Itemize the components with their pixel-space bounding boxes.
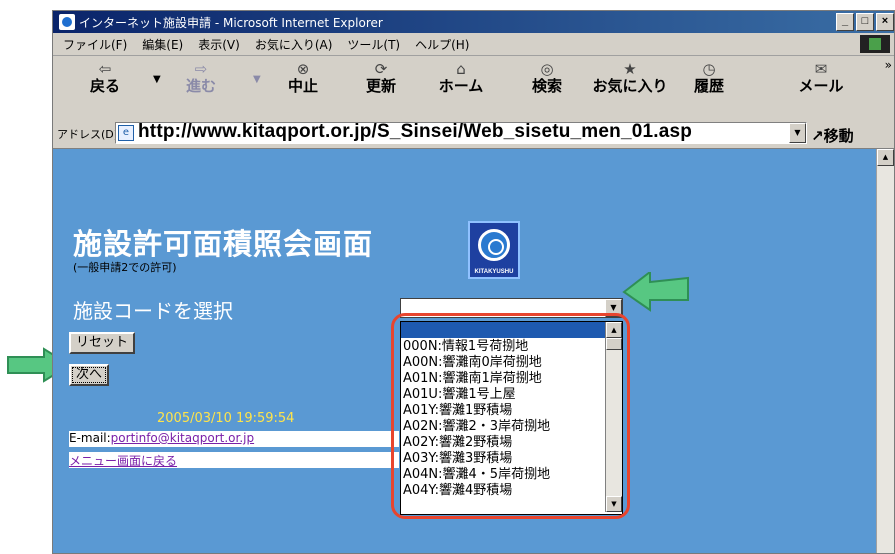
refresh-button[interactable]: ⟳ 更新 [351,60,411,95]
menu-edit[interactable]: 編集(E) [142,36,183,53]
home-label: ホーム [438,77,484,95]
search-icon: ◎ [540,60,554,78]
menu-file[interactable]: ファイル(F) [63,36,127,53]
title-bar: インターネット施設申請 - Microsoft Internet Explore… [53,11,894,33]
next-button[interactable]: 次へ [69,364,110,386]
dropdown-option[interactable]: A01U:響灘1号上屋 [403,387,550,403]
scroll-thumb[interactable] [606,338,622,350]
favorites-icon: ★ [623,60,637,78]
windows-logo-icon [860,35,890,53]
home-button[interactable]: ⌂ ホーム [425,60,497,95]
select-arrow-icon[interactable]: ▼ [605,299,622,317]
mail-button[interactable]: ✉ メール [785,60,857,95]
close-button[interactable]: × [876,13,894,31]
mail-label: メール [798,77,844,95]
scroll-down-icon[interactable]: ▼ [606,496,622,512]
page-icon: e [118,125,134,141]
facility-code-select[interactable]: ▼ [400,298,623,318]
history-button[interactable]: ◷ 履歴 [679,60,739,95]
menu-favorites[interactable]: お気に入り(A) [255,36,333,53]
back-dropdown-icon[interactable]: ▼ [153,74,161,85]
address-field[interactable]: e http://www.kitaqport.or.jp/S_Sinsei/We… [115,121,807,144]
menu-view[interactable]: 表示(V) [198,36,240,53]
dropdown-option[interactable]: A03Y:響灘3野積場 [403,451,550,467]
ie-icon [59,14,75,30]
go-button[interactable]: ↗移動 [811,125,854,146]
page-content: 施設許可面積照会画面 (一般申請2での許可) KITAKYUSHU 施設コードを… [53,149,877,553]
go-arrow-icon: ↗ [811,127,824,145]
back-arrow-icon: ⇦ [98,60,112,78]
page-scrollbar[interactable]: ▲ [876,149,894,553]
email-label: E-mail: [69,431,111,445]
dropdown-options: 000N:情報1号荷捌地 A00N:響灘南0岸荷捌地 A01N:響灘南1岸荷捌地… [403,339,550,499]
dropdown-option[interactable]: A01Y:響灘1野積場 [403,403,550,419]
address-bar: アドレス(D) e http://www.kitaqport.or.jp/S_S… [53,118,894,149]
dropdown-highlight[interactable] [401,322,605,338]
dropdown-option[interactable]: A02N:響灘2・3岸荷捌地 [403,419,550,435]
back-label: 戻る [89,77,120,95]
timestamp: 2005/03/10 19:59:54 [157,411,295,426]
search-label: 検索 [531,77,562,95]
forward-button[interactable]: ⇨ 進む [171,60,231,95]
mail-icon: ✉ [814,60,828,78]
stop-label: 中止 [287,77,318,95]
dropdown-option[interactable]: A04Y:響灘4野積場 [403,483,550,499]
dropdown-option[interactable]: A00N:響灘南0岸荷捌地 [403,355,550,371]
minimize-button[interactable]: _ [836,13,854,31]
forward-dropdown-icon[interactable]: ▼ [253,74,261,85]
window-title: インターネット施設申請 - Microsoft Internet Explore… [79,15,383,30]
forward-arrow-icon: ⇨ [194,60,208,78]
annotation-arrow-right-icon [622,272,689,312]
email-row: E-mail:portinfo@kitaqport.or.jp [69,431,399,447]
dropdown-option[interactable]: 000N:情報1号荷捌地 [403,339,550,355]
menu-tools[interactable]: ツール(T) [347,36,400,53]
address-dropdown-icon[interactable]: ▼ [789,123,806,143]
window-controls: _ □ × [836,13,894,31]
forward-label: 進む [185,77,216,95]
favorites-label: お気に入り [592,77,668,95]
browser-window: インターネット施設申請 - Microsoft Internet Explore… [52,10,895,554]
refresh-label: 更新 [365,77,396,95]
favorites-button[interactable]: ★ お気に入り [591,60,669,95]
address-url[interactable]: http://www.kitaqport.or.jp/S_Sinsei/Web_… [138,121,692,143]
toolbar: ⇦ 戻る ▼ ⇨ 進む ▼ ⊗ 中止 ⟳ 更新 ⌂ ホーム ◎ 検索 ★ お気に… [53,56,894,119]
select-label: 施設コードを選択 [73,299,233,323]
go-label: 移動 [823,127,854,145]
dropdown-scrollbar[interactable]: ▲ ▼ [605,322,622,512]
logo-text: KITAKYUSHU [474,269,514,275]
home-icon: ⌂ [456,60,466,78]
dropdown-option[interactable]: A01N:響灘南1岸荷捌地 [403,371,550,387]
page-scroll-up-icon[interactable]: ▲ [877,149,894,166]
menu-link-row: メニュー画面に戻る [69,452,399,468]
search-button[interactable]: ◎ 検索 [517,60,577,95]
menu-help[interactable]: ヘルプ(H) [415,36,469,53]
dropdown-option[interactable]: A04N:響灘4・5岸荷捌地 [403,467,550,483]
toolbar-more-icon[interactable]: » [885,58,892,72]
page-subtitle: (一般申請2での許可) [73,261,177,274]
address-label: アドレス(D) [57,128,119,141]
maximize-button[interactable]: □ [856,13,874,31]
stop-button[interactable]: ⊗ 中止 [273,60,333,95]
stop-icon: ⊗ [296,60,310,78]
email-link[interactable]: portinfo@kitaqport.or.jp [111,431,254,445]
back-button[interactable]: ⇦ 戻る [75,60,135,95]
facility-dropdown-list[interactable]: 000N:情報1号荷捌地 A00N:響灘南0岸荷捌地 A01N:響灘南1岸荷捌地… [400,321,623,515]
page-title: 施設許可面積照会画面 [73,227,374,261]
back-to-menu-link[interactable]: メニュー画面に戻る [69,454,177,468]
kitakyushu-logo: KITAKYUSHU [468,221,520,279]
dropdown-option[interactable]: A02Y:響灘2野積場 [403,435,550,451]
reset-button[interactable]: リセット [69,332,136,354]
refresh-icon: ⟳ [374,60,388,78]
scroll-up-icon[interactable]: ▲ [606,322,622,338]
history-icon: ◷ [702,60,716,78]
history-label: 履歴 [693,77,724,95]
logo-emblem-icon [478,229,510,261]
menu-bar: ファイル(F) 編集(E) 表示(V) お気に入り(A) ツール(T) ヘルプ(… [53,33,894,56]
